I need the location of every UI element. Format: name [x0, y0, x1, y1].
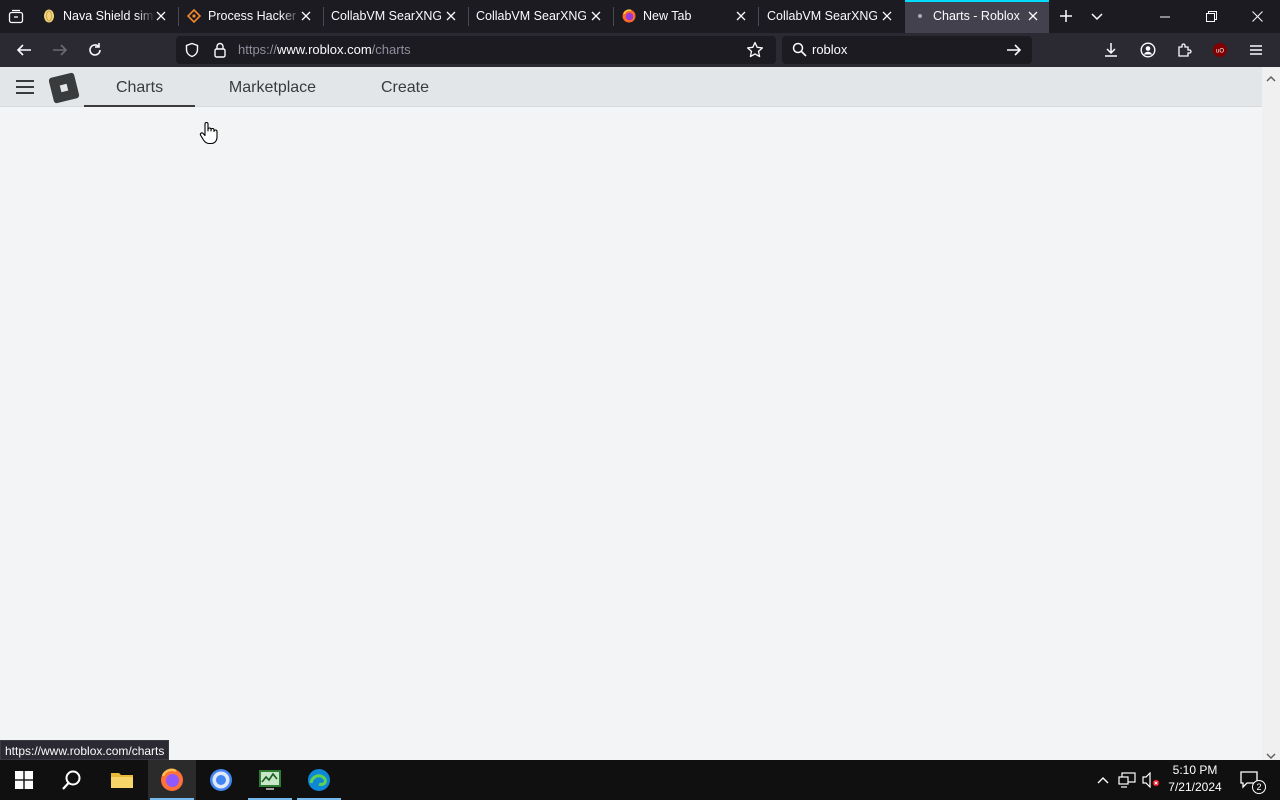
- close-tab-icon[interactable]: [879, 8, 895, 24]
- page-content: Charts Marketplace Create: [0, 67, 1262, 760]
- tab-title: Charts - Roblox: [933, 9, 1020, 23]
- start-icon[interactable]: [0, 760, 48, 800]
- scroll-up-arrow-icon[interactable]: [1266, 70, 1276, 88]
- tab-title: Nava Shield simulator: [63, 9, 155, 23]
- browser-tab[interactable]: CollabVM SearXNG: [468, 0, 613, 33]
- action-center-notification-icon[interactable]: 2: [1232, 760, 1268, 800]
- nav-tab-charts[interactable]: Charts: [84, 67, 195, 107]
- close-tab-icon[interactable]: [153, 8, 169, 24]
- notification-count-badge: 2: [1252, 780, 1266, 794]
- svg-text:uO: uO: [1216, 49, 1224, 55]
- minimize-icon[interactable]: [1142, 0, 1188, 33]
- reload-icon[interactable]: [80, 35, 110, 65]
- tray-overflow-chevron-up-icon[interactable]: [1094, 760, 1112, 800]
- browser-tab-active[interactable]: Charts - Roblox: [905, 0, 1049, 33]
- task-manager-icon[interactable]: [246, 760, 294, 800]
- lemon-favicon-icon: [42, 9, 56, 23]
- volume-muted-icon[interactable]: [1140, 760, 1162, 800]
- tab-title: New Tab: [643, 9, 692, 23]
- tab-title: CollabVM SearXNG: [476, 9, 586, 23]
- search-go-arrow-icon[interactable]: [1006, 42, 1022, 63]
- new-tab-icon[interactable]: [1051, 1, 1081, 31]
- url-text[interactable]: https://www.roblox.com/charts: [238, 36, 411, 64]
- process-hacker-favicon-icon: [187, 9, 201, 23]
- account-icon[interactable]: [1133, 35, 1163, 65]
- tab-title: CollabVM SearXNG: [767, 9, 877, 23]
- edge-icon[interactable]: [295, 760, 343, 800]
- back-arrow-icon[interactable]: [9, 35, 39, 65]
- nav-tab-create[interactable]: Create: [360, 67, 450, 107]
- extensions-puzzle-icon[interactable]: [1169, 35, 1199, 65]
- page-scrollbar[interactable]: [1262, 67, 1280, 760]
- network-icon[interactable]: [1116, 760, 1138, 800]
- firefox-icon[interactable]: [148, 760, 196, 800]
- app-menu-hamburger-icon[interactable]: [1241, 35, 1271, 65]
- tab-title: CollabVM SearXNG: [331, 9, 441, 23]
- clock-date: 7/21/2024: [1168, 780, 1222, 794]
- close-tab-icon[interactable]: [443, 8, 459, 24]
- search-input[interactable]: roblox: [812, 36, 847, 64]
- browser-tab[interactable]: CollabVM SearXNG: [758, 0, 903, 33]
- browser-tab[interactable]: New Tab: [613, 0, 758, 33]
- tracking-protection-shield-icon[interactable]: [184, 42, 200, 63]
- url-scheme: https://: [238, 42, 278, 57]
- url-path: /charts: [371, 42, 411, 57]
- forward-arrow-icon[interactable]: [45, 35, 75, 65]
- browser-toolbar: https://www.roblox.com/charts roblox uO: [0, 33, 1280, 67]
- roblox-logo-icon[interactable]: [48, 72, 80, 104]
- status-link-preview: https://www.roblox.com/charts: [0, 740, 170, 760]
- loading-dot-icon: [913, 9, 927, 23]
- system-clock[interactable]: 5:10 PM 7/21/2024: [1160, 762, 1230, 798]
- downloads-icon[interactable]: [1096, 35, 1126, 65]
- browser-tab[interactable]: CollabVM SearXNG: [323, 0, 468, 33]
- menu-hamburger-icon[interactable]: [13, 77, 37, 97]
- firefox-favicon-icon: [622, 9, 636, 23]
- hand-pointer-cursor-icon: [199, 121, 219, 145]
- bookmark-star-icon[interactable]: [746, 41, 764, 64]
- nav-tab-marketplace[interactable]: Marketplace: [215, 67, 330, 107]
- file-explorer-icon[interactable]: [98, 760, 146, 800]
- close-tab-icon[interactable]: [588, 8, 604, 24]
- close-tab-icon[interactable]: [733, 8, 749, 24]
- browser-tab[interactable]: Nava Shield simulator: [33, 0, 178, 33]
- windows-taskbar: 5:10 PM 7/21/2024 2: [0, 760, 1280, 800]
- url-host: www.roblox.com: [277, 42, 372, 57]
- lock-icon[interactable]: [213, 42, 227, 63]
- close-window-icon[interactable]: [1234, 0, 1280, 33]
- restore-icon[interactable]: [1188, 0, 1234, 33]
- chrome-icon[interactable]: [197, 760, 245, 800]
- close-tab-icon[interactable]: [1025, 8, 1041, 24]
- browser-tab-strip: Nava Shield simulator Process Hacker dow…: [0, 0, 1280, 33]
- browser-tab[interactable]: Process Hacker download: [178, 0, 323, 33]
- tab-overview-icon[interactable]: [1, 2, 31, 32]
- address-bar[interactable]: https://www.roblox.com/charts: [176, 36, 776, 64]
- list-all-tabs-chevron-down-icon[interactable]: [1082, 1, 1112, 31]
- roblox-header: Charts Marketplace Create: [0, 67, 1262, 107]
- search-icon[interactable]: [48, 760, 96, 800]
- ublock-origin-icon[interactable]: uO: [1205, 35, 1235, 65]
- tab-title: Process Hacker download: [208, 9, 300, 23]
- clock-time: 5:10 PM: [1172, 763, 1218, 777]
- search-bar[interactable]: roblox: [782, 36, 1032, 64]
- search-icon: [792, 42, 807, 62]
- close-tab-icon[interactable]: [298, 8, 314, 24]
